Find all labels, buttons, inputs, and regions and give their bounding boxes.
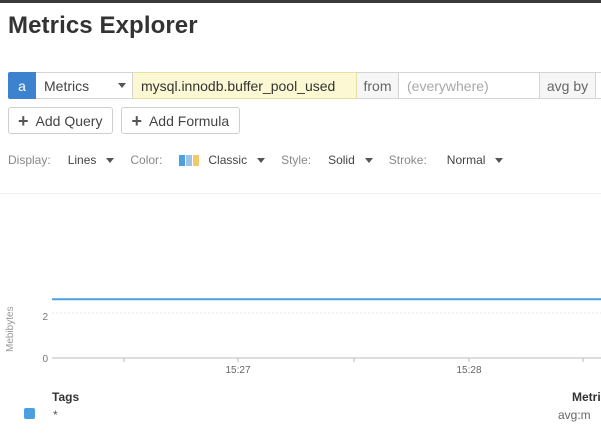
query-row: a Metrics mysql.innodb.buffer_pool_used … bbox=[8, 72, 601, 99]
source-dropdown-label: Metrics bbox=[44, 77, 90, 94]
y-tick-label: 2 bbox=[42, 312, 48, 323]
palette-swatch bbox=[193, 154, 200, 166]
metric-input[interactable]: mysql.innodb.buffer_pool_used bbox=[133, 72, 357, 99]
from-label: from bbox=[357, 72, 399, 99]
top-bar bbox=[0, 0, 601, 3]
add-query-button[interactable]: + Add Query bbox=[8, 107, 114, 134]
x-tick-label: 15:28 bbox=[456, 365, 481, 376]
query-letter-badge[interactable]: a bbox=[8, 72, 36, 99]
palette-swatch bbox=[179, 154, 186, 166]
chevron-down-icon bbox=[118, 83, 126, 88]
display-options-row: Display: Lines Color: Classic Style: Sol… bbox=[8, 151, 601, 169]
display-dropdown[interactable]: Lines bbox=[68, 153, 97, 167]
page-title: Metrics Explorer bbox=[8, 12, 198, 39]
x-tick-label: 15:27 bbox=[225, 365, 250, 376]
add-formula-button[interactable]: + Add Formula bbox=[121, 107, 241, 134]
avg-by-label: avg by bbox=[540, 72, 596, 99]
series-tag: * bbox=[53, 408, 58, 422]
add-query-label: Add Query bbox=[35, 112, 103, 129]
display-label: Display: bbox=[8, 153, 51, 167]
style-dropdown[interactable]: Solid bbox=[328, 153, 355, 167]
chevron-down-icon[interactable] bbox=[364, 157, 373, 163]
avg-by-input[interactable] bbox=[596, 72, 601, 99]
color-dropdown[interactable]: Classic bbox=[208, 153, 247, 167]
source-dropdown[interactable]: Metrics bbox=[36, 72, 133, 99]
y-axis-label: Mebibytes bbox=[5, 306, 16, 352]
chevron-down-icon[interactable] bbox=[106, 157, 115, 163]
color-label: Color: bbox=[130, 153, 163, 167]
add-buttons-row: + Add Query + Add Formula bbox=[8, 107, 241, 134]
plus-icon: + bbox=[131, 110, 142, 131]
palette-icon[interactable] bbox=[179, 154, 200, 166]
series-color-swatch[interactable] bbox=[24, 408, 35, 419]
timeseries-chart[interactable]: 0 2 15:27 15:28 bbox=[0, 280, 601, 380]
stroke-label: Stroke: bbox=[388, 153, 427, 167]
palette-swatch bbox=[186, 154, 193, 166]
scope-input[interactable] bbox=[399, 72, 540, 99]
y-tick-label: 0 bbox=[42, 354, 48, 365]
style-label: Style: bbox=[281, 153, 312, 167]
stroke-dropdown[interactable]: Normal bbox=[447, 153, 486, 167]
tags-column-header: Tags bbox=[52, 390, 80, 404]
chevron-down-icon[interactable] bbox=[495, 157, 504, 163]
series-metric: avg:m bbox=[558, 408, 591, 422]
plus-icon: + bbox=[18, 110, 29, 131]
add-formula-label: Add Formula bbox=[148, 112, 230, 129]
chevron-down-icon[interactable] bbox=[257, 157, 266, 163]
section-divider bbox=[0, 193, 601, 194]
metric-column-header: Metri bbox=[572, 390, 601, 404]
